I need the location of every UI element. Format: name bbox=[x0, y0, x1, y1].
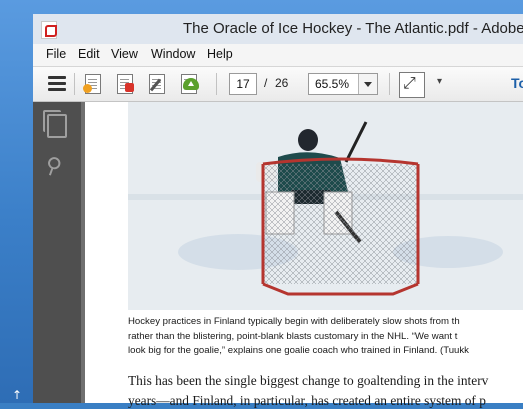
body-text-line: This has been the single biggest change … bbox=[128, 373, 489, 388]
goal-net bbox=[261, 157, 420, 296]
page-number-input[interactable]: 17 bbox=[229, 73, 257, 95]
acrobat-app-icon bbox=[41, 21, 57, 39]
pdf-page: Hockey practices in Finland typically be… bbox=[85, 102, 523, 408]
title-bar[interactable]: The Oracle of Ice Hockey - The Atlantic.… bbox=[33, 14, 523, 45]
pages-icon[interactable] bbox=[43, 110, 67, 138]
menu-file[interactable]: File bbox=[46, 47, 66, 61]
menu-help[interactable]: Help bbox=[207, 47, 233, 61]
menu-bar: File Edit View Window Help bbox=[33, 44, 523, 67]
menu-edit[interactable]: Edit bbox=[78, 47, 100, 61]
pdf-viewer-window: The Oracle of Ice Hockey - The Atlantic.… bbox=[33, 14, 523, 408]
zoom-value: 65.5% bbox=[315, 77, 350, 91]
sign-icon[interactable] bbox=[145, 72, 169, 96]
toolbar-divider bbox=[216, 73, 217, 95]
upload-icon[interactable] bbox=[177, 72, 201, 96]
menu-icon[interactable] bbox=[45, 72, 69, 96]
create-pdf-icon[interactable] bbox=[81, 72, 105, 96]
toolbar: 17 / 26 65.5% ▾ To bbox=[33, 67, 523, 102]
fit-page-icon[interactable] bbox=[399, 72, 425, 98]
body-text-line: years—and Finland, in particular, has cr… bbox=[128, 393, 486, 408]
toolbar-divider bbox=[74, 73, 75, 95]
hockey-goalie-photo bbox=[128, 102, 523, 310]
page-separator: / bbox=[264, 76, 268, 90]
photo-caption-line: look big for the goalie,” explains one g… bbox=[128, 345, 469, 356]
photo-caption-line: Hockey practices in Finland typically be… bbox=[128, 316, 460, 327]
total-pages: 26 bbox=[275, 76, 289, 90]
menu-view[interactable]: View bbox=[111, 47, 138, 61]
menu-window[interactable]: Window bbox=[151, 47, 195, 61]
tools-button[interactable]: To bbox=[511, 75, 523, 91]
chevron-down-icon[interactable] bbox=[358, 74, 377, 94]
zoom-select[interactable]: 65.5% bbox=[308, 73, 378, 95]
navigation-pane: ⚲ bbox=[33, 102, 81, 403]
cursor-icon: ↑ bbox=[12, 388, 23, 402]
more-tools-arrow[interactable]: ▾ bbox=[437, 76, 442, 87]
export-pdf-icon[interactable] bbox=[113, 72, 137, 96]
window-title: The Oracle of Ice Hockey - The Atlantic.… bbox=[183, 20, 523, 37]
document-area[interactable]: Hockey practices in Finland typically be… bbox=[81, 102, 523, 408]
attachment-icon[interactable]: ⚲ bbox=[41, 152, 65, 181]
toolbar-divider bbox=[389, 73, 390, 95]
photo-caption-line: rather than the blistering, point-blank … bbox=[128, 331, 458, 342]
